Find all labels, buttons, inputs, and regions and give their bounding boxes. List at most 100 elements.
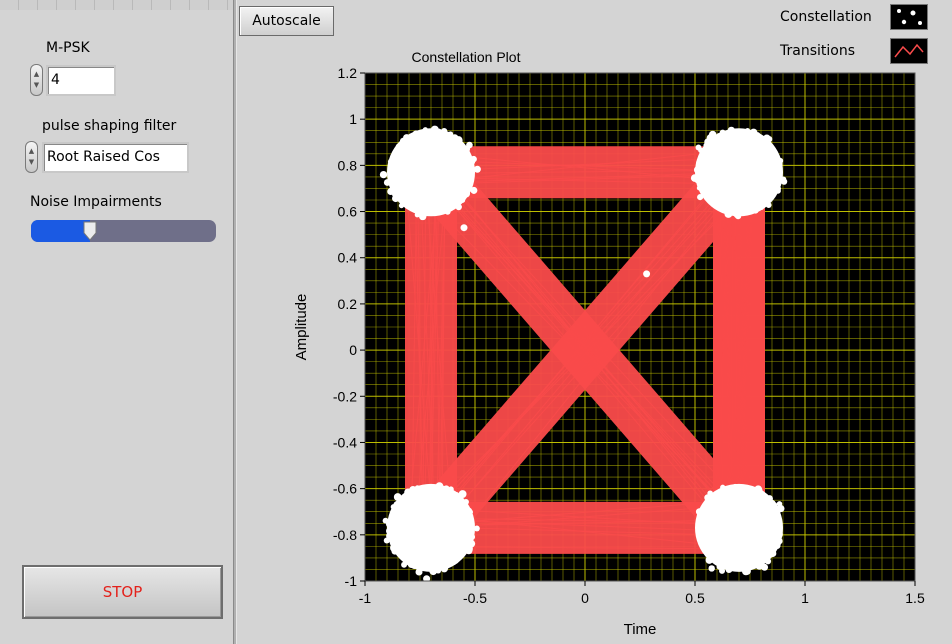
constellation-point (744, 127, 751, 134)
constellation-point (462, 190, 471, 198)
y-tick-label: -0.8 (333, 527, 357, 543)
x-tick-label: 0.5 (685, 590, 705, 606)
constellation-point (773, 170, 782, 178)
constellation-point (704, 193, 712, 202)
constellation-point (715, 490, 723, 498)
constellation-point (401, 561, 408, 568)
constellation-point (695, 524, 704, 533)
constellation-point (466, 525, 474, 533)
constellation-point (695, 508, 703, 516)
constellation-point (732, 483, 738, 490)
y-tick-label: 0.8 (338, 157, 358, 173)
constellation-point (774, 162, 781, 169)
constellation-point (765, 202, 772, 208)
constellation-point (416, 131, 424, 139)
constellation-point (403, 199, 409, 205)
y-tick-label: 0.6 (338, 204, 358, 220)
constellation-point (771, 502, 778, 508)
constellation-point (776, 527, 783, 534)
constellation-point (703, 547, 709, 553)
constellation-point (454, 196, 462, 204)
constellation-point (697, 194, 704, 201)
constellation-point (719, 129, 726, 137)
constellation-point (735, 213, 742, 220)
constellation-point (389, 179, 397, 187)
constellation-point (780, 176, 787, 183)
x-tick-label: 1 (801, 590, 809, 606)
constellation-point (708, 565, 715, 572)
constellation-point (427, 129, 436, 138)
constellation-point (414, 212, 420, 218)
constellation-point (773, 517, 782, 526)
constellation-point (697, 159, 706, 168)
x-tick-label: -0.5 (463, 590, 487, 606)
constellation-point (391, 547, 399, 555)
constellation-point (706, 134, 715, 142)
constellation-point (754, 132, 761, 138)
constellation-point (698, 147, 704, 153)
x-tick-label: -1 (359, 590, 372, 606)
constellation-point (724, 209, 733, 218)
constellation-point (466, 539, 473, 546)
constellation-point (769, 191, 775, 197)
constellation-point (720, 484, 726, 490)
y-axis-label: Amplitude (293, 294, 310, 361)
y-tick-label: 0.2 (338, 296, 358, 312)
constellation-point (444, 490, 450, 496)
constellation-point (428, 207, 436, 215)
constellation-point (739, 206, 747, 214)
constellation-point (392, 194, 400, 203)
constellation-point (760, 494, 766, 500)
y-tick-label: 1 (349, 111, 357, 127)
y-tick-label: -1 (345, 573, 358, 589)
constellation-point (379, 170, 388, 179)
constellation-point (767, 147, 775, 155)
constellation-point (758, 204, 764, 211)
constellation-point (690, 174, 699, 182)
constellation-point (761, 563, 769, 571)
constellation-point (465, 507, 473, 515)
constellation-point (466, 141, 473, 149)
constellation-point (710, 198, 718, 206)
constellation-plot[interactable]: Constellation Plot 1.2 1 0.8 0.6 0.4 0.2 0 -0.2… (0, 0, 952, 644)
constellation-point (392, 509, 398, 515)
constellation-point (707, 553, 714, 560)
constellation-point (398, 202, 405, 209)
constellation-point (714, 560, 720, 566)
constellation-point (747, 132, 754, 139)
x-tick-label: 1.5 (905, 590, 925, 606)
x-tick-label: 0 (581, 590, 589, 606)
constellation-point (385, 527, 394, 535)
constellation-point (458, 490, 467, 499)
constellation-point (422, 127, 428, 133)
constellation-point (407, 560, 416, 569)
constellation-point (405, 492, 413, 501)
constellation-point (465, 544, 473, 553)
constellation-point (707, 490, 713, 497)
constellation-point (772, 177, 780, 185)
constellation-point (459, 144, 466, 151)
constellation-point (774, 542, 781, 549)
constellation-point (433, 486, 441, 494)
constellation-point (455, 203, 462, 211)
constellation-point (473, 165, 481, 173)
y-tick-label: 1.2 (338, 65, 358, 81)
constellation-point (697, 167, 703, 173)
constellation-point (449, 557, 458, 566)
constellation-point (470, 186, 478, 194)
constellation-point (753, 562, 760, 569)
constellation-point (777, 505, 785, 513)
constellation-point (420, 211, 426, 217)
constellation-point (400, 141, 407, 149)
constellation-point (643, 270, 651, 278)
x-axis-label: Time (624, 621, 657, 638)
constellation-point (700, 152, 707, 159)
constellation-point (741, 567, 750, 576)
constellation-point (467, 157, 476, 166)
constellation-point (753, 206, 759, 213)
constellation-point (696, 185, 702, 191)
constellation-point (473, 525, 480, 532)
constellation-point (456, 551, 463, 558)
constellation-point (440, 205, 447, 213)
constellation-point (385, 520, 394, 528)
